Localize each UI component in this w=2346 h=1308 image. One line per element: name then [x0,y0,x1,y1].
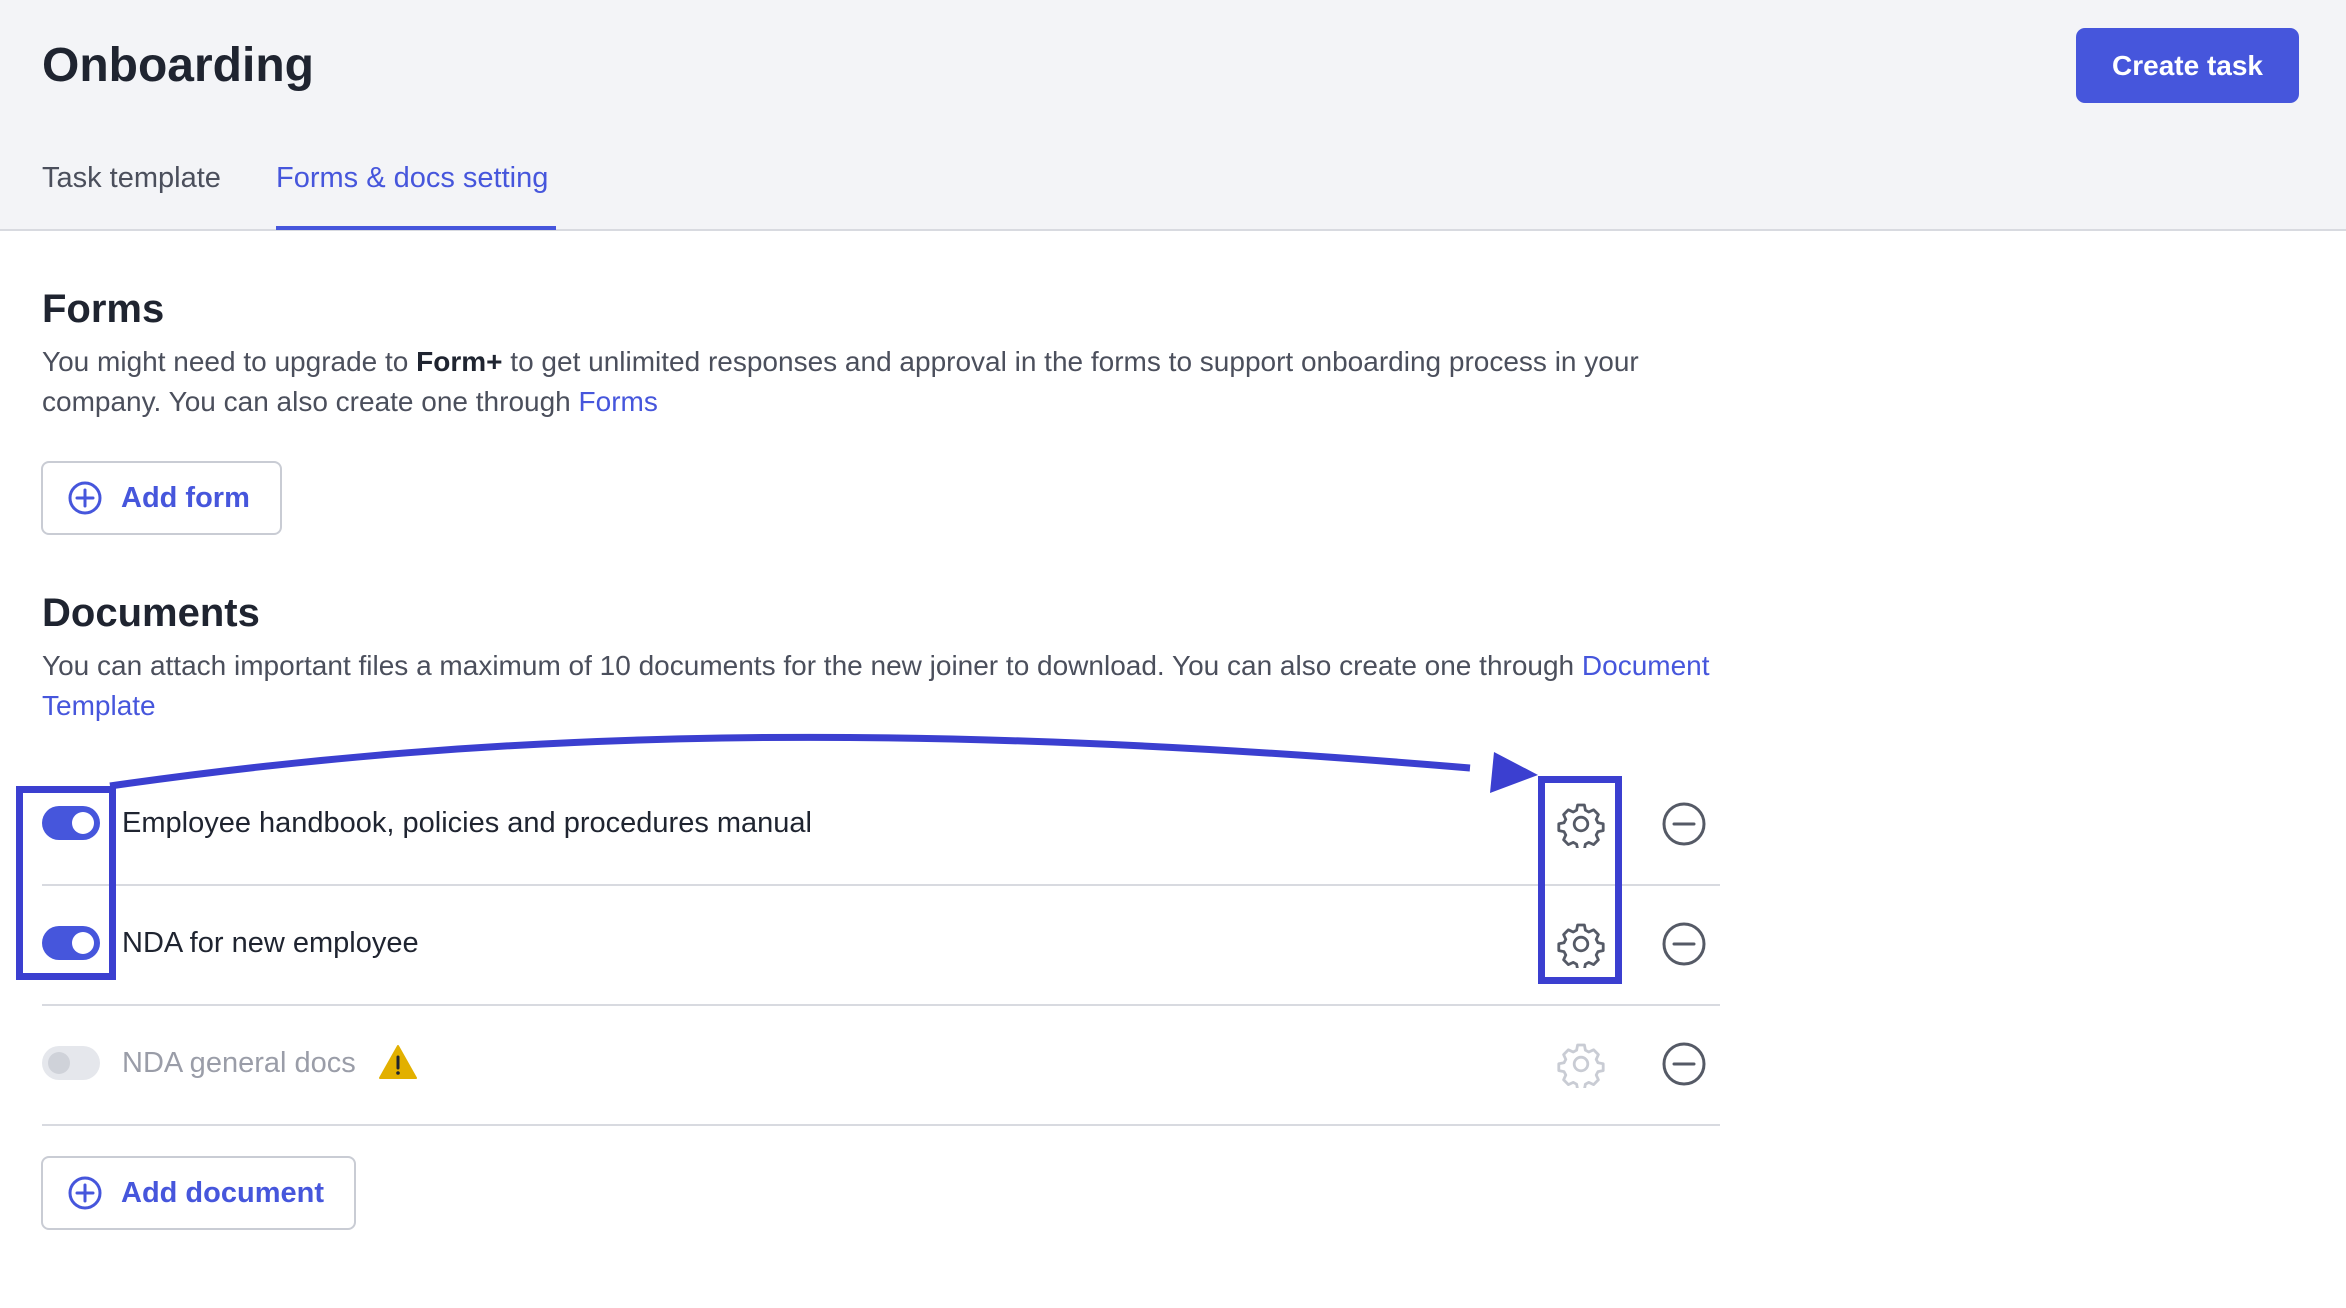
gear-icon[interactable] [1557,1040,1605,1088]
documents-description: You can attach important files a maximum… [42,646,1742,726]
page-header: Onboarding Create task Task template For… [0,0,2346,231]
create-task-button[interactable]: Create task [2076,28,2299,103]
forms-link[interactable]: Forms [579,386,658,417]
page-title: Onboarding [42,39,314,92]
document-toggle[interactable] [42,1046,100,1080]
document-row: NDA for new employee [42,886,1720,1006]
minus-circle-icon[interactable] [1660,800,1708,848]
tab-forms-docs-setting[interactable]: Forms & docs setting [276,158,548,198]
documents-section-title: Documents [42,591,260,635]
add-document-label: Add document [121,1176,324,1209]
document-label: NDA general docs [122,1047,356,1079]
documents-desc-text: You can attach important files a maximum… [42,650,1582,681]
document-label: NDA for new employee [122,927,419,959]
warning-icon [378,1044,418,1080]
document-row: Employee handbook, policies and procedur… [42,766,1720,886]
tab-task-template[interactable]: Task template [42,158,221,198]
add-form-label: Add form [121,481,250,514]
plus-circle-icon [67,1175,103,1211]
form-plus-label: Form+ [416,346,503,377]
annotation-box-toggles [16,786,116,980]
minus-circle-icon[interactable] [1660,920,1708,968]
document-label: Employee handbook, policies and procedur… [122,807,812,839]
toggle-knob [48,1052,70,1074]
forms-desc-text: You might need to upgrade to [42,346,417,377]
annotation-box-settings [1538,776,1622,984]
document-row: NDA general docs [42,1006,1720,1126]
forms-section-title: Forms [42,287,165,331]
add-form-button[interactable]: Add form [41,461,282,535]
plus-circle-icon [67,480,103,516]
add-document-button[interactable]: Add document [41,1156,356,1230]
forms-description: You might need to upgrade to Form+ to ge… [42,342,1742,422]
minus-circle-icon[interactable] [1660,1040,1708,1088]
active-tab-indicator [276,226,556,230]
